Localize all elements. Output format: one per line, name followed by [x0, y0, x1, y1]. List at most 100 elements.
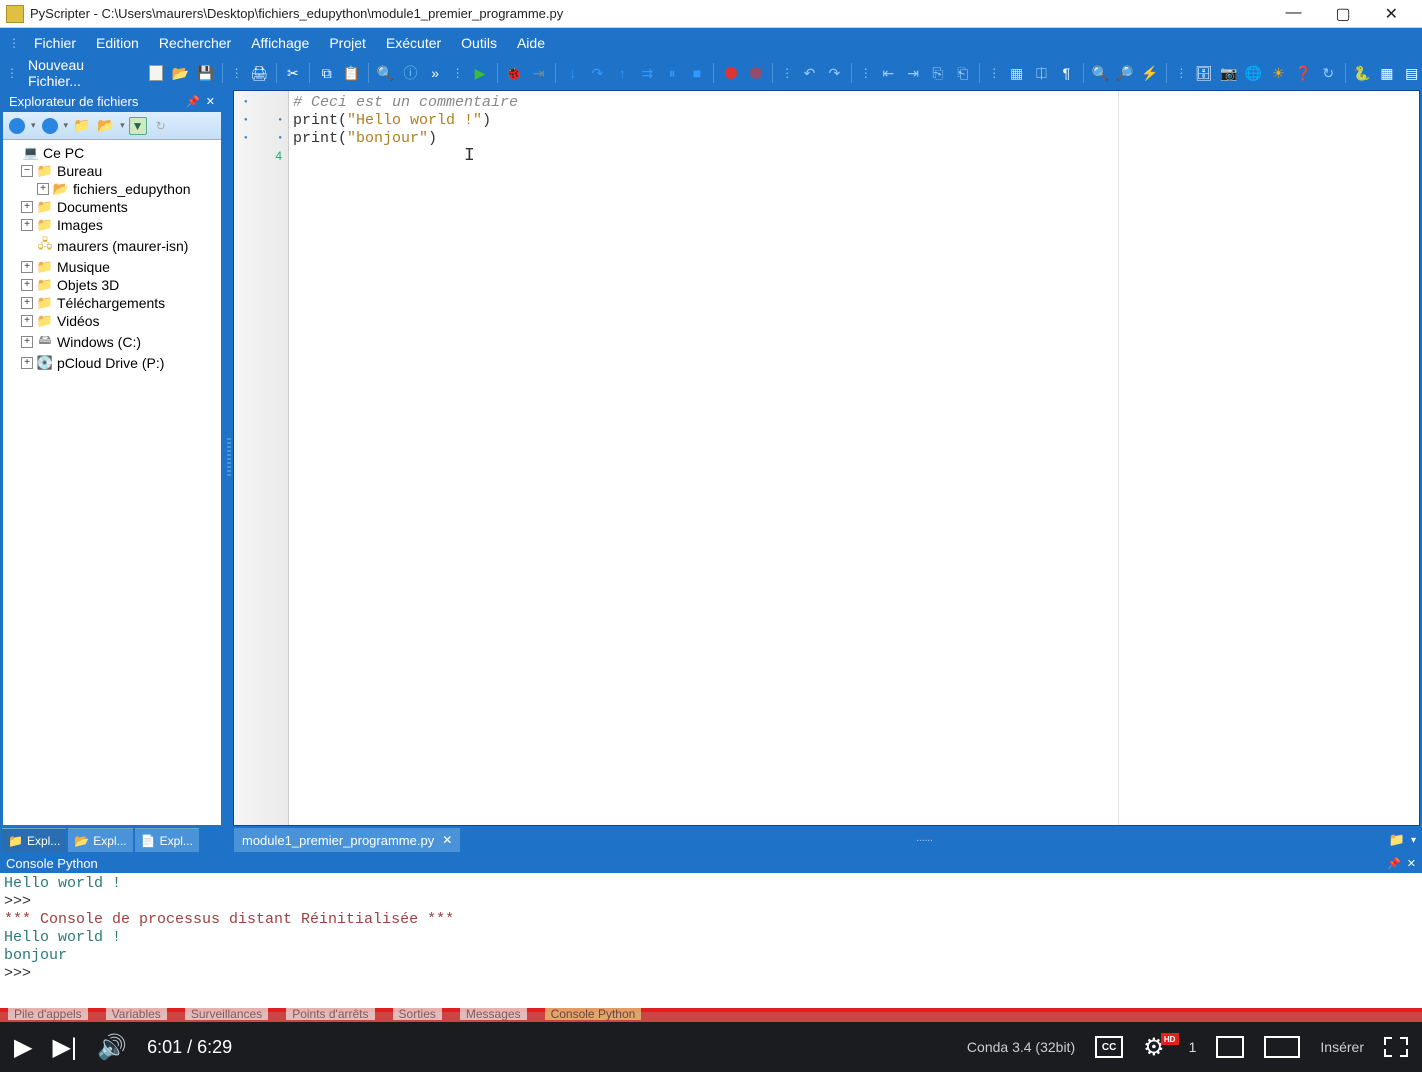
maximize-button[interactable]: ▢ — [1327, 2, 1358, 26]
cc-button[interactable]: CC — [1095, 1036, 1123, 1058]
tree-expander[interactable]: − — [21, 165, 33, 177]
console-close-icon[interactable]: ✕ — [1407, 857, 1416, 870]
camera-icon[interactable]: 📷 — [1218, 62, 1239, 84]
breakpoint-clear-icon[interactable] — [745, 62, 766, 84]
tree-item[interactable]: +🖴Windows (C:) — [5, 330, 219, 354]
filter-icon[interactable]: ▼ — [129, 117, 147, 135]
zoom-out-icon[interactable]: 🔎 — [1115, 62, 1136, 84]
outdent-icon[interactable]: ⇥ — [903, 62, 924, 84]
minimize-button[interactable]: — — [1277, 2, 1309, 26]
layout-icon[interactable]: ▦ — [1006, 62, 1027, 84]
console-pin-icon[interactable]: 📌 — [1387, 857, 1401, 870]
menu-fichier[interactable]: Fichier — [24, 29, 86, 57]
highlight-icon[interactable]: ⚡ — [1140, 62, 1161, 84]
bottom-tool-tab[interactable]: Variables — [106, 1008, 167, 1020]
tab-drag-handle[interactable]: ∙∙∙∙∙∙ — [460, 828, 1389, 852]
vertical-splitter[interactable] — [225, 88, 233, 828]
new-doc-icon[interactable] — [145, 62, 166, 84]
file-tree[interactable]: 💻Ce PC−📁Bureau+📂fichiers_edupython+📁Docu… — [3, 140, 221, 825]
paste-icon[interactable]: 📋 — [341, 62, 362, 84]
menu-projet[interactable]: Projet — [319, 29, 376, 57]
uncomment-icon[interactable]: ⎗ — [952, 62, 973, 84]
settings-button[interactable]: ⚙HD — [1143, 1033, 1183, 1062]
tree-item[interactable]: +📁Musique — [5, 258, 219, 276]
comment-icon[interactable]: ⎘ — [928, 62, 949, 84]
print-icon[interactable]: 🖨 — [249, 62, 270, 84]
file-tab-close-icon[interactable]: ✕ — [442, 833, 452, 847]
next-button[interactable]: ▶| — [52, 1033, 77, 1062]
continue-icon[interactable]: ⇉ — [637, 62, 658, 84]
side-tab-explorer-1[interactable]: 📁Expl... — [2, 828, 66, 852]
tree-item[interactable]: −📁Bureau — [5, 162, 219, 180]
tab-folder-icon[interactable]: 📁 — [1389, 832, 1405, 848]
bottom-tool-tab[interactable]: Surveillances — [185, 1008, 268, 1020]
bottom-tool-tab[interactable]: Sorties — [393, 1008, 442, 1020]
tree-item[interactable]: +📁Objets 3D — [5, 276, 219, 294]
tree-item[interactable]: +💽pCloud Drive (P:) — [5, 354, 219, 372]
panel-pin-icon[interactable]: 📌 — [186, 95, 200, 108]
menu-aide[interactable]: Aide — [507, 29, 555, 57]
step-into-icon[interactable]: ↓ — [562, 62, 583, 84]
redo-icon[interactable]: ↷ — [824, 62, 845, 84]
tree-expander[interactable]: + — [21, 219, 33, 231]
tree-item[interactable]: +📁Téléchargements — [5, 294, 219, 312]
tree-expander[interactable]: + — [21, 315, 33, 327]
pause-icon[interactable]: ⏸ — [662, 62, 683, 84]
indent-icon[interactable]: ⇤ — [878, 62, 899, 84]
bottom-tool-tab[interactable]: Pile d'appels — [8, 1008, 88, 1020]
stop-icon[interactable]: ■ — [687, 62, 708, 84]
miniplayer-button[interactable] — [1216, 1036, 1244, 1058]
tree-item[interactable]: +📁Vidéos — [5, 312, 219, 330]
menu-rechercher[interactable]: Rechercher — [149, 29, 241, 57]
menu-edition[interactable]: Edition — [86, 29, 149, 57]
tree-expander[interactable]: + — [21, 357, 33, 369]
more-icon[interactable]: » — [425, 62, 446, 84]
step-icon[interactable]: ⇥ — [528, 62, 549, 84]
folder-new-icon[interactable]: 📂 — [96, 116, 116, 136]
play-button[interactable]: ▶ — [14, 1033, 32, 1062]
undo-icon[interactable]: ↶ — [799, 62, 820, 84]
zoom-in-icon[interactable]: 🔍 — [1090, 62, 1111, 84]
side-tab-explorer-3[interactable]: 📄Expl... — [135, 828, 199, 852]
side-tab-explorer-2[interactable]: 📂Expl... — [68, 828, 132, 852]
world-icon[interactable]: 🌐 — [1243, 62, 1264, 84]
file-tab-module1[interactable]: module1_premier_programme.py ✕ — [234, 828, 460, 852]
step-out-icon[interactable]: ↑ — [612, 62, 633, 84]
python-icon[interactable]: 🐍 — [1352, 62, 1373, 84]
panel-close-icon[interactable]: ✕ — [206, 95, 215, 108]
fullscreen-button[interactable] — [1384, 1037, 1408, 1057]
refresh-tree-icon[interactable]: ↻ — [151, 116, 171, 136]
save-icon[interactable]: 💾 — [195, 62, 216, 84]
menu-outils[interactable]: Outils — [451, 29, 507, 57]
panel-icon[interactable]: ▤ — [1401, 62, 1422, 84]
folder-up-icon[interactable]: 📁 — [72, 116, 92, 136]
pilcrow-icon[interactable]: ¶ — [1056, 62, 1077, 84]
info-icon[interactable]: ⓘ — [400, 62, 421, 84]
console-body[interactable]: Hello world !>>> *** Console de processu… — [0, 873, 1422, 1008]
cut-icon[interactable]: ✂ — [282, 62, 303, 84]
help-icon[interactable]: ❓ — [1293, 62, 1314, 84]
dropdown-icon-2[interactable]: ▾ — [64, 120, 69, 131]
menu-affichage[interactable]: Affichage — [241, 29, 319, 57]
db-icon[interactable]: 🗄 — [1193, 62, 1214, 84]
new-file-button[interactable]: Nouveau Fichier... — [24, 57, 141, 89]
debug-icon[interactable]: 🐞 — [503, 62, 524, 84]
tree-expander[interactable]: + — [21, 261, 33, 273]
open-icon[interactable]: 📂 — [170, 62, 191, 84]
theater-button[interactable] — [1264, 1036, 1300, 1058]
bottom-tool-tab[interactable]: Console Python — [545, 1008, 642, 1020]
tree-expander[interactable]: + — [21, 297, 33, 309]
nav-fwd-icon[interactable] — [40, 116, 60, 136]
refresh-icon[interactable]: ↻ — [1318, 62, 1339, 84]
search-icon[interactable]: 🔍 — [375, 62, 396, 84]
dropdown-icon[interactable]: ▾ — [31, 120, 36, 131]
sun-icon[interactable]: ☀ — [1268, 62, 1289, 84]
menu-executer[interactable]: Exécuter — [376, 29, 451, 57]
tree-expander[interactable]: + — [21, 336, 33, 348]
tree-expander[interactable]: + — [21, 279, 33, 291]
tree-item[interactable]: 🖧maurers (maurer-isn) — [5, 234, 219, 258]
bottom-tool-tab[interactable]: Points d'arrêts — [286, 1008, 374, 1020]
tab-dropdown-icon[interactable]: ▾ — [1411, 835, 1416, 846]
tree-expander[interactable]: + — [21, 201, 33, 213]
nav-back-icon[interactable] — [7, 116, 27, 136]
